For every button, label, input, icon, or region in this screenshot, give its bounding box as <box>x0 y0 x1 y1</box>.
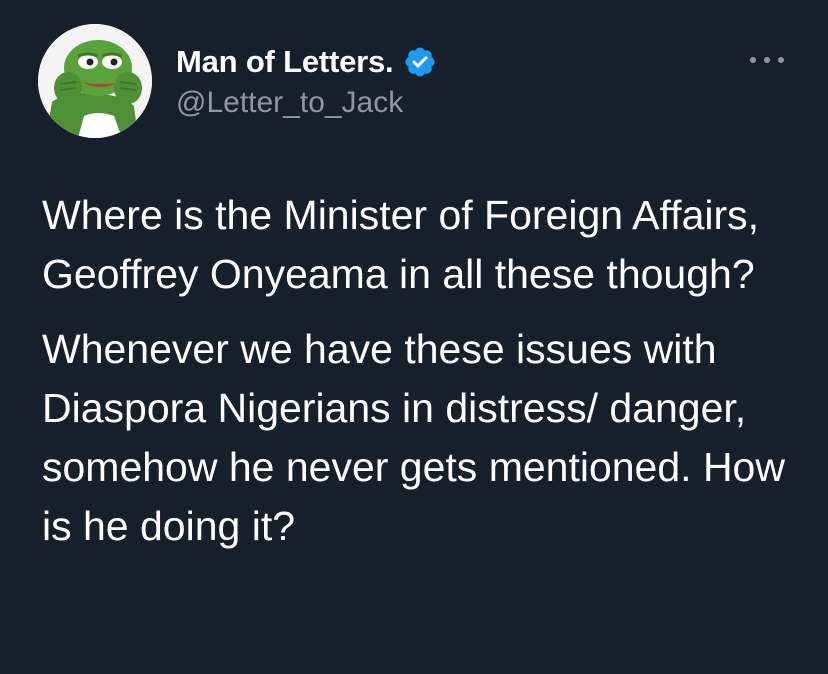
more-horizontal-icon[interactable] <box>750 50 784 70</box>
pepe-avatar-image <box>38 24 152 138</box>
more-dot <box>764 57 770 63</box>
tweet-card: Man of Letters. @Letter_to_Jack Where is… <box>0 0 828 674</box>
tweet-paragraph: Whenever we have these issues with Diasp… <box>42 326 785 549</box>
more-dot <box>778 57 784 63</box>
author-handle[interactable]: @Letter_to_Jack <box>176 86 403 120</box>
verified-badge-icon <box>403 45 437 79</box>
tweet-paragraph: Where is the Minister of Foreign Affairs… <box>42 192 760 297</box>
tweet-text: Where is the Minister of Foreign Affairs… <box>42 186 802 572</box>
avatar[interactable] <box>38 24 152 138</box>
author-name-row: Man of Letters. <box>176 42 437 82</box>
more-dot <box>750 57 756 63</box>
display-name[interactable]: Man of Letters. <box>176 44 394 80</box>
